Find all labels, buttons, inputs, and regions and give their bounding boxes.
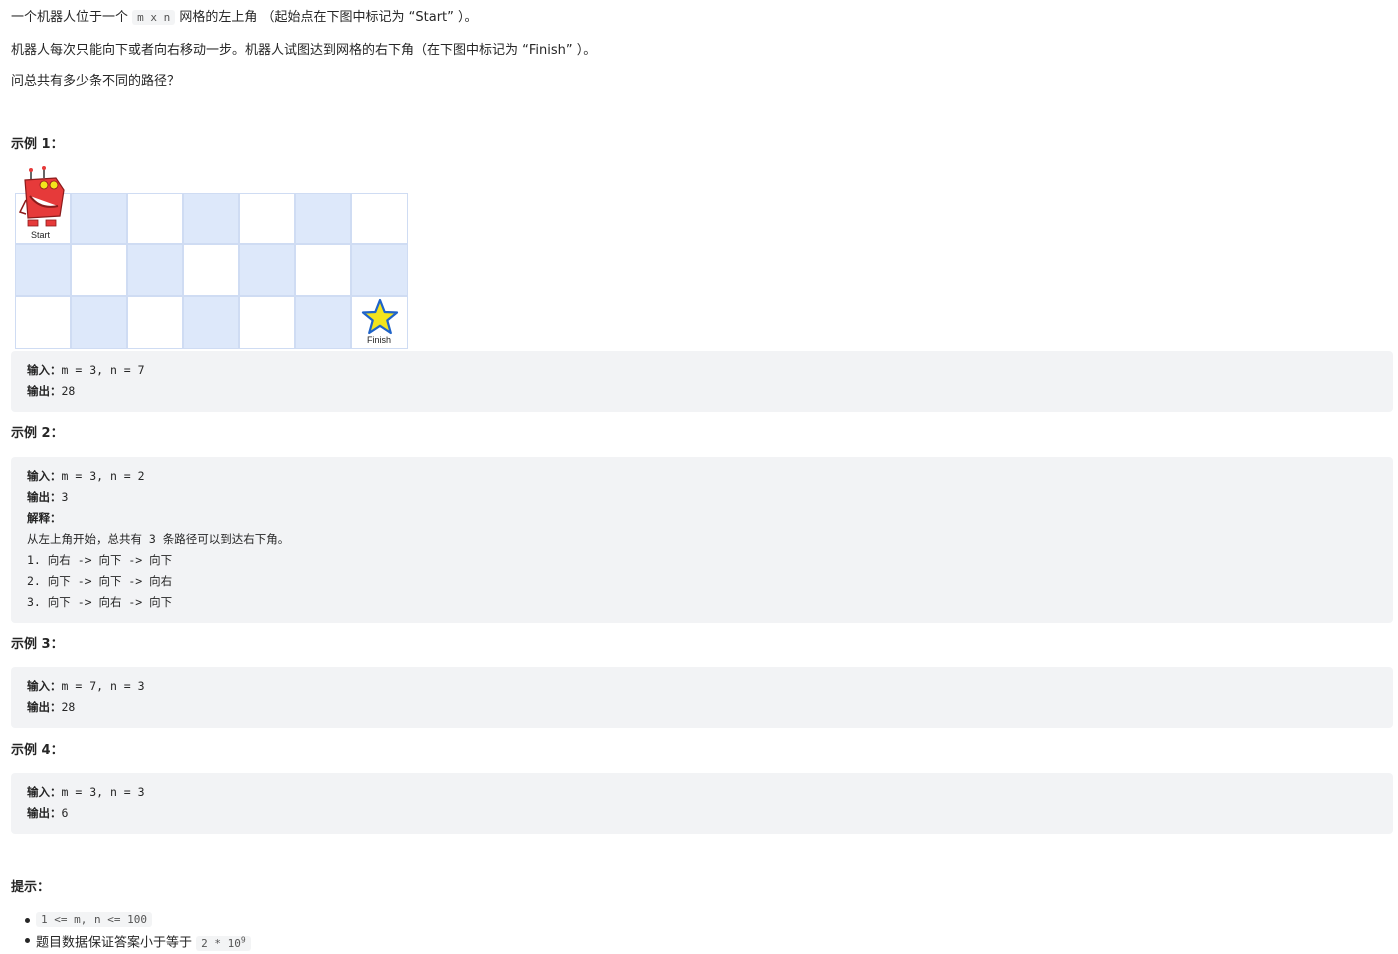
- inline-code-grid-size: m x n: [132, 10, 176, 25]
- output-label: 输出：: [27, 700, 62, 714]
- grid-cell: [127, 244, 183, 296]
- example-3-output-line: 输出：28: [27, 697, 1377, 718]
- grid-cell: [295, 296, 351, 349]
- grid-cell: [127, 193, 183, 244]
- hint-constraint-code: 1 <= m, n <= 100: [36, 912, 152, 927]
- grid-cell: [295, 244, 351, 296]
- input-value: m = 3, n = 3: [61, 785, 145, 799]
- intro-paragraph-3: 问总共有多少条不同的路径？: [11, 74, 181, 89]
- intro-text: 网格的左上角 （起始点在下图中标记为 “Start” ）。: [175, 10, 478, 25]
- output-value: 28: [61, 700, 76, 714]
- grid-cell: [71, 244, 127, 296]
- grid-illustration: [15, 193, 408, 349]
- example-3-title: 示例 3：: [11, 637, 64, 652]
- example-2-output-line: 输出：3: [27, 487, 1377, 508]
- output-value: 3: [61, 490, 69, 504]
- grid-cell: [183, 244, 239, 296]
- example-4-code-block: 输入：m = 3, n = 3 输出：6: [11, 773, 1393, 834]
- example-4-output-line: 输出：6: [27, 803, 1377, 824]
- output-value: 28: [61, 384, 76, 398]
- example-4-title: 示例 4：: [11, 743, 64, 758]
- input-label: 输入：: [27, 469, 62, 483]
- start-label: Start: [31, 230, 51, 240]
- input-value: m = 3, n = 7: [61, 363, 145, 377]
- example-3-input-line: 输入：m = 7, n = 3: [27, 676, 1377, 697]
- input-label: 输入：: [27, 785, 62, 799]
- example-1-input-line: 输入：m = 3, n = 7: [27, 360, 1377, 381]
- example-2-explanation-line: 从左上角开始，总共有 3 条路径可以到达右下角。: [27, 532, 290, 546]
- grid-cell: [71, 193, 127, 244]
- finish-star-icon: [361, 298, 399, 335]
- output-label: 输出：: [27, 806, 62, 820]
- example-2-title: 示例 2：: [11, 426, 64, 441]
- bullet-icon: [25, 938, 30, 943]
- example-1-output-line: 输出：28: [27, 381, 1377, 402]
- intro-paragraph-2: 机器人每次只能向下或者向右移动一步。机器人试图达到网格的右下角（在下图中标记为 …: [11, 43, 597, 58]
- input-label: 输入：: [27, 679, 62, 693]
- output-value: 6: [61, 806, 69, 820]
- hints-title: 提示：: [11, 880, 51, 895]
- example-2-code-block: 输入：m = 3, n = 2 输出：3 解释： 从左上角开始，总共有 3 条路…: [11, 457, 1393, 623]
- grid-cell: [15, 244, 71, 296]
- example-2-path-1: 1. 向右 -> 向下 -> 向下: [27, 553, 173, 567]
- hint-item-2: 题目数据保证答案小于等于 2 * 109: [25, 930, 251, 951]
- grid-cell: [239, 296, 295, 349]
- grid-cell: [15, 296, 71, 349]
- example-2-path-3: 3. 向下 -> 向右 -> 向下: [27, 595, 173, 609]
- finish-label: Finish: [367, 335, 392, 345]
- grid-cell: [183, 193, 239, 244]
- grid-cell: [127, 296, 183, 349]
- hints-list: 1 <= m, n <= 100 题目数据保证答案小于等于 2 * 109: [25, 910, 251, 951]
- grid-cell: [239, 193, 295, 244]
- grid-cell: [351, 193, 408, 244]
- input-value: m = 7, n = 3: [61, 679, 145, 693]
- hint-answer-exponent: 9: [240, 935, 246, 944]
- bullet-icon: [25, 918, 30, 923]
- grid-cell: [183, 296, 239, 349]
- hint-item-1: 1 <= m, n <= 100: [25, 910, 251, 930]
- output-label: 输出：: [27, 384, 62, 398]
- hint-answer-base: 2 * 10: [201, 936, 241, 950]
- intro-text: 一个机器人位于一个: [11, 10, 133, 25]
- output-label: 输出：: [27, 490, 62, 504]
- example-2-explanation-label-line: 解释：: [27, 508, 1377, 529]
- explanation-label: 解释：: [27, 511, 62, 525]
- example-1-title: 示例 1：: [11, 137, 64, 152]
- grid-cell: [71, 296, 127, 349]
- example-3-code-block: 输入：m = 7, n = 3 输出：28: [11, 667, 1393, 728]
- grid-cell: [351, 244, 408, 296]
- example-4-input-line: 输入：m = 3, n = 3: [27, 782, 1377, 803]
- robot-icon: [18, 166, 65, 227]
- input-value: m = 3, n = 2: [61, 469, 145, 483]
- intro-paragraph-1: 一个机器人位于一个 m x n 网格的左上角 （起始点在下图中标记为 “Star…: [11, 8, 478, 28]
- hint-answer-code: 2 * 109: [196, 935, 251, 951]
- grid-cell: [295, 193, 351, 244]
- hint-answer-text: 题目数据保证答案小于等于: [36, 935, 197, 951]
- input-label: 输入：: [27, 363, 62, 377]
- grid-cell: [239, 244, 295, 296]
- example-2-input-line: 输入：m = 3, n = 2: [27, 466, 1377, 487]
- example-1-code-block: 输入：m = 3, n = 7 输出：28: [11, 351, 1393, 412]
- example-2-path-2: 2. 向下 -> 向下 -> 向右: [27, 574, 173, 588]
